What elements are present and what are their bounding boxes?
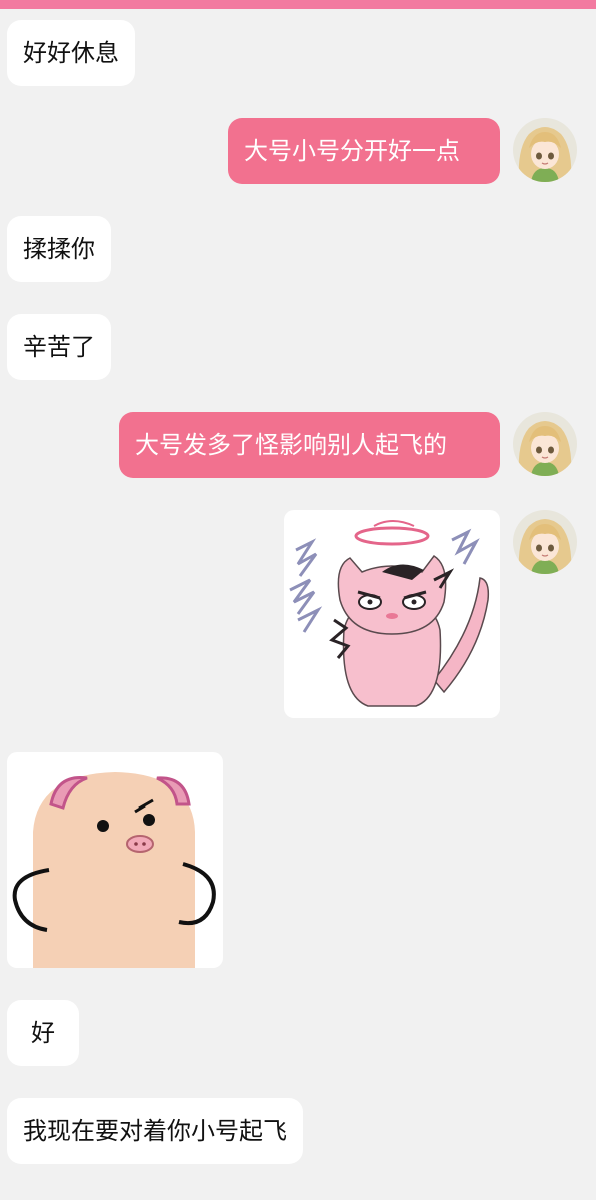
outgoing-message-bubble[interactable]: 大号小号分开好一点: [228, 118, 500, 184]
incoming-message-bubble[interactable]: 我现在要对着你小号起飞: [7, 1098, 303, 1164]
user-avatar[interactable]: [513, 118, 577, 182]
top-accent-bar: [0, 0, 596, 9]
incoming-message-bubble[interactable]: 辛苦了: [7, 314, 111, 380]
user-avatar[interactable]: [513, 412, 577, 476]
angry-pink-cat-sticker-icon: [289, 520, 490, 707]
incoming-message-bubble[interactable]: 好: [7, 1000, 79, 1066]
anime-girl-avatar-icon: [513, 118, 577, 182]
user-avatar[interactable]: [513, 510, 577, 574]
angry-pig-sticker-icon: [12, 772, 216, 968]
incoming-message-bubble[interactable]: 好好休息: [7, 20, 135, 86]
anime-girl-avatar-icon: [513, 412, 577, 476]
angry-pink-cat-sticker[interactable]: [284, 510, 500, 718]
incoming-message-bubble[interactable]: 揉揉你: [7, 216, 111, 282]
angry-pig-sticker[interactable]: [7, 752, 223, 968]
anime-girl-avatar-icon: [513, 510, 577, 574]
outgoing-message-bubble[interactable]: 大号发多了怪影响别人起飞的: [119, 412, 500, 478]
